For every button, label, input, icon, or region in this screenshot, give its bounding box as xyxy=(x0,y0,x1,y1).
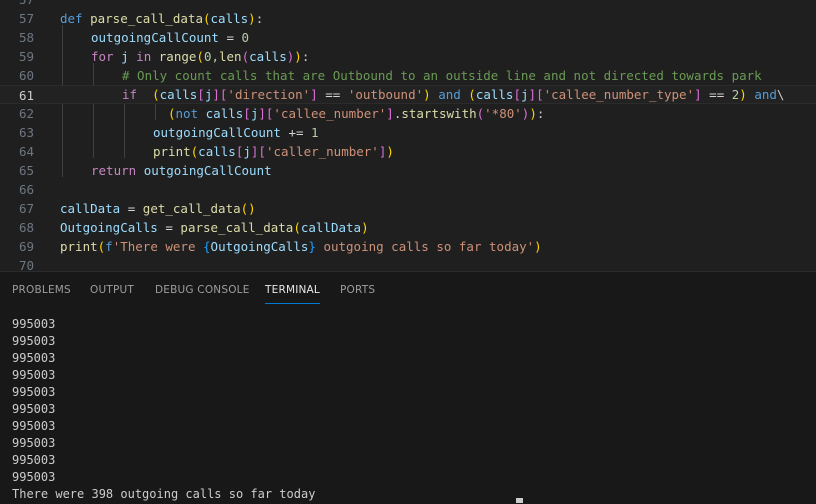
code-line[interactable]: 59 for j in range(0,len(calls)): xyxy=(0,47,816,66)
line-number: 57 xyxy=(0,0,34,9)
code-text: (not calls[j]['callee_number'].startswit… xyxy=(168,106,545,121)
code-text: def parse_call_data(calls): xyxy=(60,11,264,26)
tab-terminal[interactable]: TERMINAL xyxy=(265,284,320,304)
code-line[interactable]: 66 xyxy=(0,180,816,199)
code-line[interactable]: 62 (not calls[j]['callee_number'].starts… xyxy=(0,104,816,123)
code-text: outgoingCallCount += 1 xyxy=(153,125,319,140)
bottom-panel: PROBLEMS OUTPUT DEBUG CONSOLE TERMINAL P… xyxy=(0,271,816,504)
terminal-cursor xyxy=(516,498,523,503)
code-line[interactable]: 64 print(calls[j]['caller_number']) xyxy=(0,142,816,161)
terminal-output[interactable]: 995003 995003 995003 995003 995003 995003 9950… xyxy=(12,316,315,503)
line-number: 57 xyxy=(18,11,34,26)
code-line[interactable]: 63 outgoingCallCount += 1 xyxy=(0,123,816,142)
tab-debug-console[interactable]: DEBUG CONSOLE xyxy=(155,284,250,296)
tab-output[interactable]: OUTPUT xyxy=(90,284,134,296)
code-line[interactable]: 67 callData = get_call_data() xyxy=(0,199,816,218)
code-text: if (calls[j]['direction'] == 'outbound')… xyxy=(122,87,785,102)
line-number: 58 xyxy=(18,30,34,45)
line-number: 67 xyxy=(18,201,34,216)
line-number: 63 xyxy=(18,125,34,140)
terminal-line: 995003 xyxy=(12,351,56,365)
line-number: 64 xyxy=(18,144,34,159)
terminal-line: 995003 xyxy=(12,317,56,331)
code-line[interactable]: 60 # Only count calls that are Outbound … xyxy=(0,66,816,85)
code-line[interactable]: 65 return outgoingCallCount xyxy=(0,161,816,180)
code-line[interactable]: 69 print(f'There were {OutgoingCalls} ou… xyxy=(0,237,816,256)
line-number: 59 xyxy=(18,49,34,64)
line-number: 66 xyxy=(18,182,34,197)
terminal-line: There were 398 outgoing calls so far tod… xyxy=(12,487,316,501)
terminal-line: 995003 xyxy=(12,334,56,348)
terminal-line: 995003 xyxy=(12,470,56,484)
code-text: for j in range(0,len(calls)): xyxy=(91,49,310,64)
tab-problems[interactable]: PROBLEMS xyxy=(12,284,71,296)
terminal-line: 995003 xyxy=(12,419,56,433)
code-line[interactable]: 57 xyxy=(0,0,816,9)
code-line[interactable]: 70 xyxy=(0,256,816,270)
code-text: outgoingCallCount = 0 xyxy=(91,30,250,45)
terminal-line: 995003 xyxy=(12,436,56,450)
terminal-line: 995003 xyxy=(12,385,56,399)
terminal-line: 995003 xyxy=(12,368,56,382)
code-text: print(f'There were {OutgoingCalls} outgo… xyxy=(60,239,542,254)
line-number: 60 xyxy=(18,68,34,83)
line-number: 65 xyxy=(18,163,34,178)
code-line[interactable]: 58 outgoingCallCount = 0 xyxy=(0,28,816,47)
code-editor[interactable]: 57 57 def parse_call_data(calls): 58 out… xyxy=(0,0,816,270)
tab-ports[interactable]: PORTS xyxy=(340,284,375,296)
line-number: 69 xyxy=(18,239,34,254)
line-number: 70 xyxy=(18,258,34,270)
line-number: 61 xyxy=(18,88,34,103)
code-comment: # Only count calls that are Outbound to … xyxy=(122,68,762,83)
terminal-line: 995003 xyxy=(12,453,56,467)
code-text: print(calls[j]['caller_number']) xyxy=(153,144,394,159)
terminal-line: 995003 xyxy=(12,402,56,416)
code-text: return outgoingCallCount xyxy=(91,163,272,178)
panel-tabs: PROBLEMS OUTPUT DEBUG CONSOLE TERMINAL P… xyxy=(0,272,816,308)
code-line[interactable]: 57 def parse_call_data(calls): xyxy=(0,9,816,28)
code-text: OutgoingCalls = parse_call_data(callData… xyxy=(60,220,369,235)
line-number: 62 xyxy=(18,106,34,121)
line-number: 68 xyxy=(18,220,34,235)
code-text: callData = get_call_data() xyxy=(60,201,256,216)
code-line[interactable]: 68 OutgoingCalls = parse_call_data(callD… xyxy=(0,218,816,237)
code-line-active[interactable]: 61 if (calls[j]['direction'] == 'outboun… xyxy=(0,85,816,104)
